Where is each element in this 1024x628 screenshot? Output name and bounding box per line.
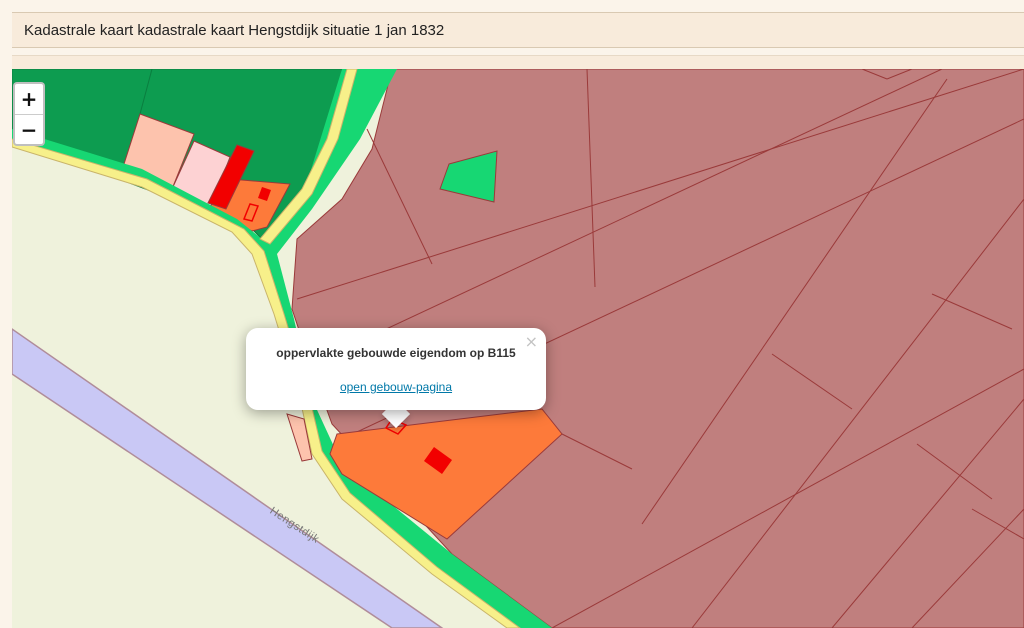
zoom-control: + − [13, 82, 45, 146]
title-bar-divider [12, 55, 1024, 70]
zoom-in-button[interactable]: + [15, 84, 43, 114]
zoom-out-button[interactable]: − [15, 114, 43, 144]
map-popup: × oppervlakte gebouwde eigendom op B115 … [246, 328, 546, 410]
title-bar: Kadastrale kaart kadastrale kaart Hengst… [12, 12, 1024, 48]
open-building-page-link[interactable]: open gebouw-pagina [246, 380, 546, 394]
popup-title: oppervlakte gebouwde eigendom op B115 [276, 346, 516, 360]
page-title: Kadastrale kaart kadastrale kaart Hengst… [24, 22, 445, 39]
